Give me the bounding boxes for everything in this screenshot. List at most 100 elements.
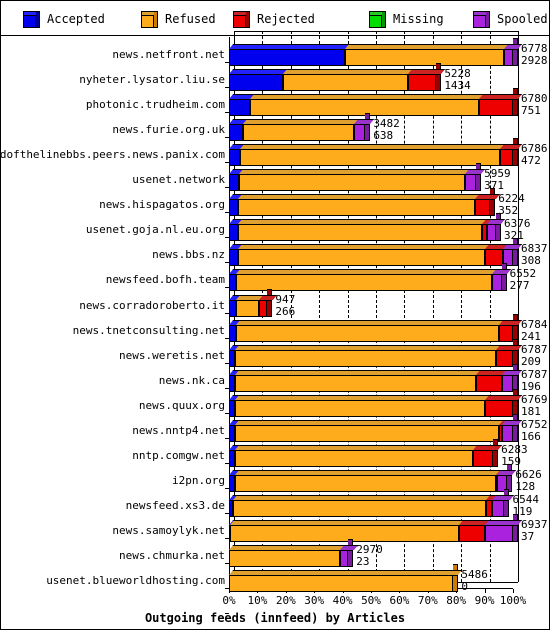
chart-plot-area: 0% 10% 20% 30% 40% 50% 60% 70% 80% 90% 100% news.ne… — [0, 31, 549, 629]
value-label-total: 6837 — [521, 242, 548, 256]
value-label-total: 2970 — [356, 543, 383, 556]
legend-label: Missing — [393, 12, 444, 26]
value-label-total: 5486 — [461, 568, 488, 582]
value-label-secondary: 37 — [521, 529, 535, 543]
legend-item-spooled: Spooled — [473, 8, 548, 30]
category-label: newsfeed.bofh.team — [105, 273, 225, 287]
bar-end-cap — [267, 299, 273, 317]
bar-segment-refused — [240, 144, 510, 167]
cube-icon — [473, 10, 490, 28]
value-label-secondary: 23 — [356, 555, 370, 568]
value-label-total: 6544 — [512, 492, 539, 506]
bar-end-cap — [513, 249, 518, 267]
value-label-secondary: 0 — [461, 580, 468, 594]
bar-end-cap-top — [476, 163, 482, 170]
bar-end-cap — [365, 124, 371, 142]
bar-row — [229, 338, 523, 367]
value-label-secondary: 277 — [509, 279, 530, 293]
bar-segment-top-face — [501, 369, 523, 375]
bar-segment-top-face — [243, 119, 364, 125]
bar-row — [229, 63, 518, 92]
bar-end-cap-top — [513, 313, 518, 320]
bar-segment-top-face — [237, 194, 484, 200]
cube-icon — [23, 10, 40, 28]
bar-segment-rejected — [484, 394, 523, 417]
bar-segment-refused — [234, 419, 508, 442]
bar-segment-top-face — [230, 519, 469, 525]
category-label: i2pn.org — [172, 473, 225, 487]
value-label-total: 6787 — [521, 342, 548, 356]
bar-segment-top-face — [237, 219, 491, 225]
bar-row — [229, 188, 518, 217]
cube-side-face — [246, 10, 250, 28]
bar-row — [229, 313, 523, 342]
value-label-total: 6937 — [521, 517, 548, 531]
bar-row — [229, 238, 523, 267]
bar-segment-refused — [237, 244, 494, 267]
bar-segment-top-face — [234, 419, 508, 425]
chart-axes: 0% 10% 20% 30% 40% 50% 60% 70% 80% 90% 100% news.ne… — [0, 31, 549, 629]
value-label-secondary: 1434 — [444, 79, 471, 93]
bar-segment-refused — [230, 519, 469, 542]
bar-end-cap-top — [513, 38, 518, 44]
bar-end-cap-top — [507, 463, 513, 470]
cube-front-face — [369, 14, 382, 28]
cube-icon — [141, 10, 158, 28]
value-label-total: 947 — [275, 292, 296, 306]
bar-end-cap-top — [495, 213, 501, 220]
bar-row — [229, 138, 523, 167]
bar-segment-top-face — [236, 269, 501, 275]
bar-segment-accepted — [229, 269, 246, 292]
bar-end-cap-top — [513, 513, 518, 520]
bar-segment-top-face — [464, 169, 486, 175]
value-label-total: 6552 — [509, 267, 537, 281]
category-label: news.weretis.net — [119, 348, 225, 362]
category-label: news.nk.ca — [158, 373, 225, 387]
value-label-secondary: 181 — [521, 404, 541, 418]
bar-segment-spooled — [464, 169, 486, 192]
value-label-secondary: 241 — [521, 329, 541, 343]
bar-end-cap — [490, 199, 496, 217]
bar-segment-top-face — [234, 444, 483, 450]
cube-front-face — [473, 14, 486, 28]
bar-segment-accepted — [229, 144, 250, 167]
bar-segment-rejected — [474, 194, 500, 217]
value-label-secondary: 352 — [498, 204, 519, 218]
bar-segment-accepted — [229, 69, 293, 92]
legend-item-refused: Refused — [141, 8, 216, 30]
bar-segment-rejected — [498, 319, 523, 342]
bar-end-cap — [513, 424, 518, 442]
category-label: news.netfront.net — [112, 48, 225, 61]
bar-segment-top-face — [236, 319, 508, 325]
bar-segment-refused — [237, 219, 491, 242]
bar-segment-rejected — [473, 444, 503, 467]
bar-segment-top-face — [229, 44, 355, 49]
bar-end-cap-top — [501, 263, 507, 270]
category-label: news.tnetconsulting.net — [72, 323, 225, 337]
bar-segment-accepted — [229, 44, 355, 66]
bar-end-cap — [348, 550, 354, 567]
legend-label: Refused — [165, 12, 216, 26]
bar-segment-rejected — [495, 344, 523, 367]
value-label-secondary: 266 — [275, 304, 296, 318]
bar-segment-top-face — [233, 494, 496, 500]
bar-segment-rejected — [407, 69, 446, 92]
value-label-secondary: 308 — [521, 254, 541, 268]
bar-segment-refused — [282, 69, 418, 92]
value-label-total: 6778 — [521, 42, 548, 55]
bar-segment-top-face — [238, 169, 474, 175]
bar-row — [229, 363, 523, 392]
bar-segment-rejected — [258, 294, 277, 317]
value-label-secondary: 751 — [521, 104, 541, 118]
bar-segment-top-face — [237, 244, 494, 250]
value-label-secondary: 196 — [521, 379, 541, 393]
bar-end-cap — [493, 449, 499, 467]
bar-segment-top-face — [282, 69, 418, 75]
bar-segment-refused — [229, 570, 463, 593]
cube-icon — [369, 10, 386, 28]
bar-segment-refused — [243, 119, 364, 142]
bar-segment-accepted — [229, 244, 247, 267]
bar-segment-refused — [233, 494, 496, 517]
value-label-total: 6780 — [521, 92, 548, 106]
legend-item-missing: Missing — [369, 8, 444, 30]
